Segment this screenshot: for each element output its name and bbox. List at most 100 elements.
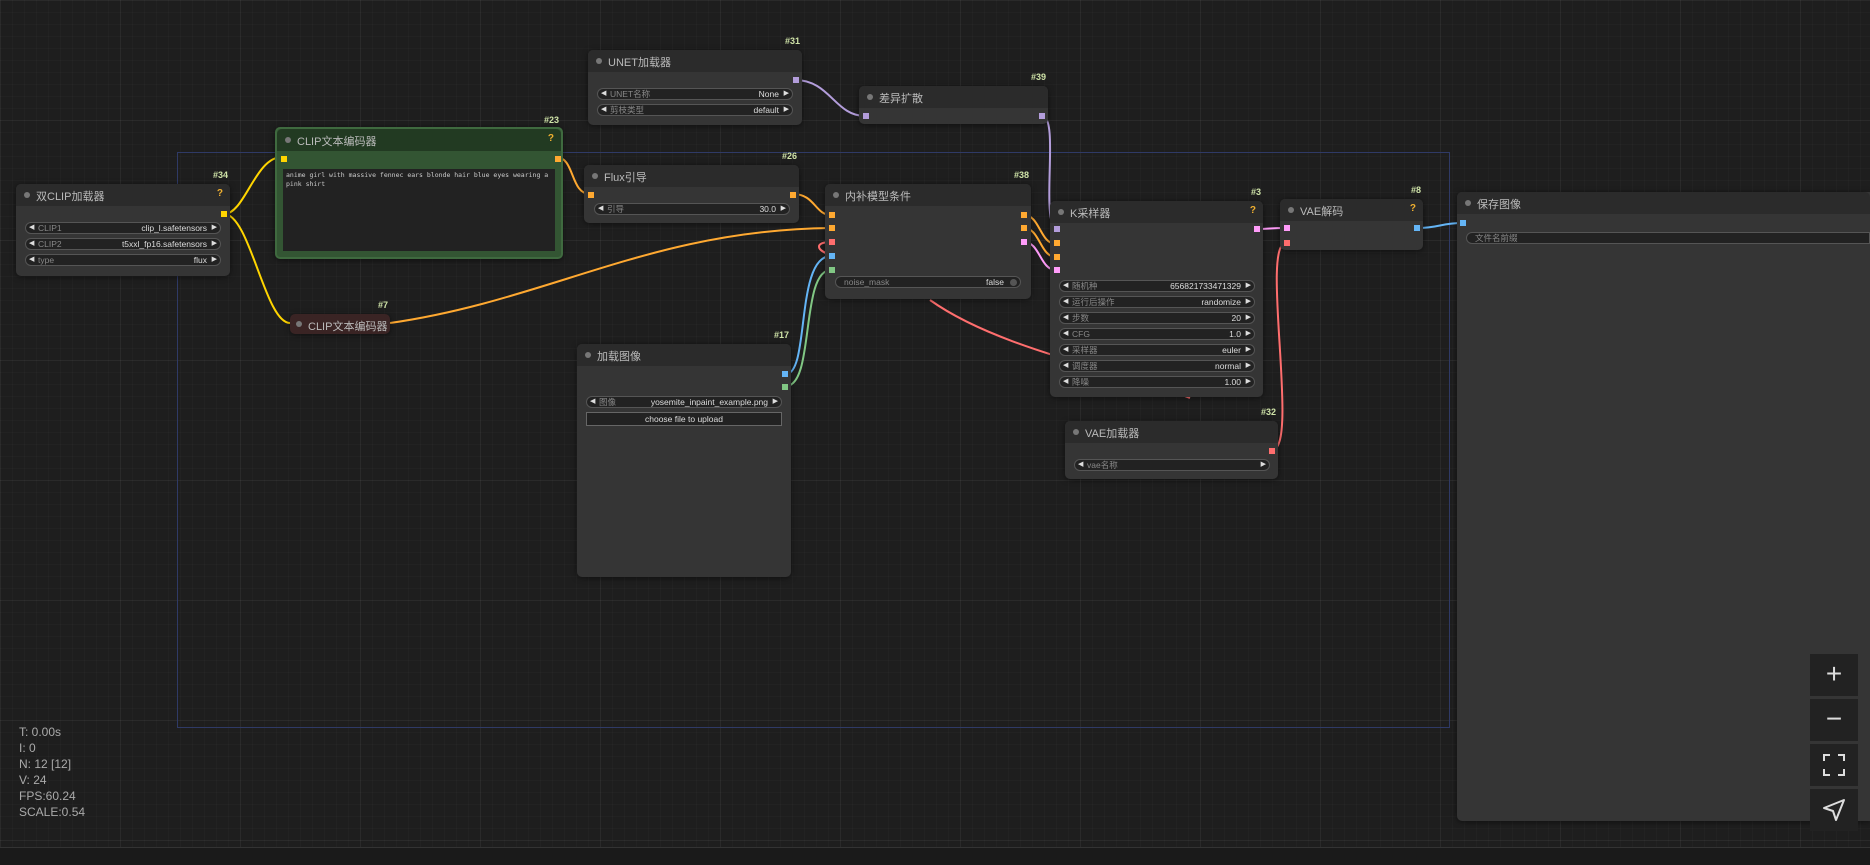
output-slot-model[interactable] (1039, 113, 1045, 119)
collapse-dot-icon[interactable] (585, 352, 591, 358)
input-slot-conditioning[interactable] (588, 192, 594, 198)
help-icon[interactable]: ? (217, 188, 223, 199)
node-header[interactable]: CLIP文本编码器 ? (277, 129, 561, 151)
widget-steps[interactable]: ◀ 步数 20 ▶ (1059, 312, 1255, 324)
node-clip-text-encode-negative[interactable]: #7 CLIP文本编码器 (290, 300, 390, 334)
widget-seed[interactable]: ◀ 随机种 656821733471329 ▶ (1059, 280, 1255, 292)
help-icon[interactable]: ? (548, 133, 554, 144)
node-save-image[interactable]: 保存图像 文件名前缀 (1457, 192, 1870, 821)
node-header[interactable]: 保存图像 (1457, 192, 1870, 214)
arrow-right-icon[interactable]: ▶ (1246, 361, 1251, 371)
zoom-in-button[interactable]: + (1810, 654, 1858, 696)
output-slot-conditioning[interactable] (555, 156, 561, 162)
upload-button[interactable]: choose file to upload (586, 412, 782, 426)
output-slot-latent[interactable] (1021, 239, 1027, 245)
input-slot-positive[interactable] (829, 212, 835, 218)
arrow-right-icon[interactable]: ▶ (1246, 345, 1251, 355)
arrow-left-icon[interactable]: ◀ (601, 105, 606, 115)
output-slot-latent[interactable] (1254, 226, 1260, 232)
arrow-left-icon[interactable]: ◀ (1078, 460, 1083, 470)
arrow-right-icon[interactable]: ▶ (212, 239, 217, 249)
arrow-right-icon[interactable]: ▶ (773, 397, 778, 407)
input-slot-positive[interactable] (1054, 240, 1060, 246)
widget-cfg[interactable]: ◀ CFG 1.0 ▶ (1059, 328, 1255, 340)
collapse-dot-icon[interactable] (296, 321, 302, 327)
collapse-dot-icon[interactable] (596, 58, 602, 64)
node-vae-loader[interactable]: #32 VAE加载器 ◀ vae名称 ▶ (1065, 407, 1278, 479)
widget-clip1[interactable]: ◀ CLIP1 clip_l.safetensors ▶ (25, 222, 221, 234)
node-header[interactable]: 差异扩散 (859, 86, 1048, 108)
input-slot-latent[interactable] (1054, 267, 1060, 273)
node-flux-guidance[interactable]: #26 Flux引导 ◀ 引导 30.0 ▶ (584, 151, 799, 223)
arrow-left-icon[interactable]: ◀ (1063, 313, 1068, 323)
collapse-dot-icon[interactable] (1058, 209, 1064, 215)
help-icon[interactable]: ? (1250, 205, 1256, 216)
node-dual-clip-loader[interactable]: #34 双CLIP加载器 ? ◀ CLIP1 clip_l.safetensor… (16, 170, 230, 276)
arrow-left-icon[interactable]: ◀ (29, 239, 34, 249)
arrow-right-icon[interactable]: ▶ (212, 223, 217, 233)
zoom-out-button[interactable]: − (1810, 699, 1858, 741)
input-slot-vae[interactable] (1284, 240, 1290, 246)
widget-type[interactable]: ◀ type flux ▶ (25, 254, 221, 266)
node-differential-diffusion[interactable]: #39 差异扩散 (859, 72, 1048, 124)
arrow-right-icon[interactable]: ▶ (212, 255, 217, 265)
collapse-dot-icon[interactable] (1465, 200, 1471, 206)
arrow-right-icon[interactable]: ▶ (784, 89, 789, 99)
node-header[interactable]: UNET加载器 (588, 50, 802, 72)
arrow-right-icon[interactable]: ▶ (1246, 377, 1251, 387)
collapse-dot-icon[interactable] (592, 173, 598, 179)
node-ksampler[interactable]: #3 K采样器 ? ◀ 随机种 656821733471329 ▶ ◀ 运行后操… (1050, 187, 1263, 397)
widget-sampler[interactable]: ◀ 采样器 euler ▶ (1059, 344, 1255, 356)
output-slot-image[interactable] (782, 371, 788, 377)
input-slot-model[interactable] (1054, 226, 1060, 232)
arrow-right-icon[interactable]: ▶ (781, 204, 786, 214)
output-slot-clip[interactable] (221, 211, 227, 217)
output-slot-conditioning[interactable] (790, 192, 796, 198)
collapse-dot-icon[interactable] (1073, 429, 1079, 435)
output-slot-model[interactable] (793, 77, 799, 83)
arrow-right-icon[interactable]: ▶ (1246, 297, 1251, 307)
input-slot-mask[interactable] (829, 267, 835, 273)
arrow-left-icon[interactable]: ◀ (590, 397, 595, 407)
arrow-right-icon[interactable]: ▶ (1246, 281, 1251, 291)
node-header[interactable]: 双CLIP加载器 ? (16, 184, 230, 206)
input-slot-samples[interactable] (1284, 225, 1290, 231)
output-slot-image[interactable] (1414, 225, 1420, 231)
input-slot-model[interactable] (863, 113, 869, 119)
node-clip-text-encode-positive[interactable]: #23 CLIP文本编码器 ? anime girl with massive … (275, 115, 563, 259)
input-slot-images[interactable] (1460, 220, 1466, 226)
toggle-off-icon[interactable] (1010, 279, 1017, 286)
output-slot-positive[interactable] (1021, 212, 1027, 218)
input-slot-clip[interactable] (281, 156, 287, 162)
collapse-dot-icon[interactable] (1288, 207, 1294, 213)
node-header[interactable]: Flux引导 (584, 165, 799, 187)
arrow-left-icon[interactable]: ◀ (29, 223, 34, 233)
help-icon[interactable]: ? (1410, 203, 1416, 214)
node-header[interactable]: VAE解码 ? (1280, 199, 1423, 221)
arrow-left-icon[interactable]: ◀ (598, 204, 603, 214)
collapse-dot-icon[interactable] (867, 94, 873, 100)
locate-button[interactable] (1810, 789, 1858, 831)
collapse-dot-icon[interactable] (833, 192, 839, 198)
input-slot-negative[interactable] (829, 225, 835, 231)
widget-weight-dtype[interactable]: ◀ 剪枝类型 default ▶ (597, 104, 793, 116)
arrow-right-icon[interactable]: ▶ (784, 105, 789, 115)
arrow-left-icon[interactable]: ◀ (1063, 377, 1068, 387)
node-header[interactable]: 加载图像 (577, 344, 791, 366)
arrow-left-icon[interactable]: ◀ (29, 255, 34, 265)
fit-view-button[interactable] (1810, 744, 1858, 786)
widget-denoise[interactable]: ◀ 降噪 1.00 ▶ (1059, 376, 1255, 388)
arrow-right-icon[interactable]: ▶ (1246, 313, 1251, 323)
arrow-left-icon[interactable]: ◀ (1063, 361, 1068, 371)
arrow-right-icon[interactable]: ▶ (1246, 329, 1251, 339)
input-slot-pixels[interactable] (829, 253, 835, 259)
arrow-left-icon[interactable]: ◀ (1063, 281, 1068, 291)
output-slot-mask[interactable] (782, 384, 788, 390)
node-load-image[interactable]: #17 加载图像 ◀ 图像 yosemite_inpaint_example.p… (577, 330, 791, 577)
widget-filename-prefix[interactable]: 文件名前缀 (1466, 232, 1870, 244)
node-vae-decode[interactable]: #8 VAE解码 ? (1280, 185, 1423, 250)
input-slot-negative[interactable] (1054, 254, 1060, 260)
widget-unet-name[interactable]: ◀ UNET名称 None ▶ (597, 88, 793, 100)
widget-image[interactable]: ◀ 图像 yosemite_inpaint_example.png ▶ (586, 396, 782, 408)
widget-guidance[interactable]: ◀ 引导 30.0 ▶ (594, 203, 790, 215)
